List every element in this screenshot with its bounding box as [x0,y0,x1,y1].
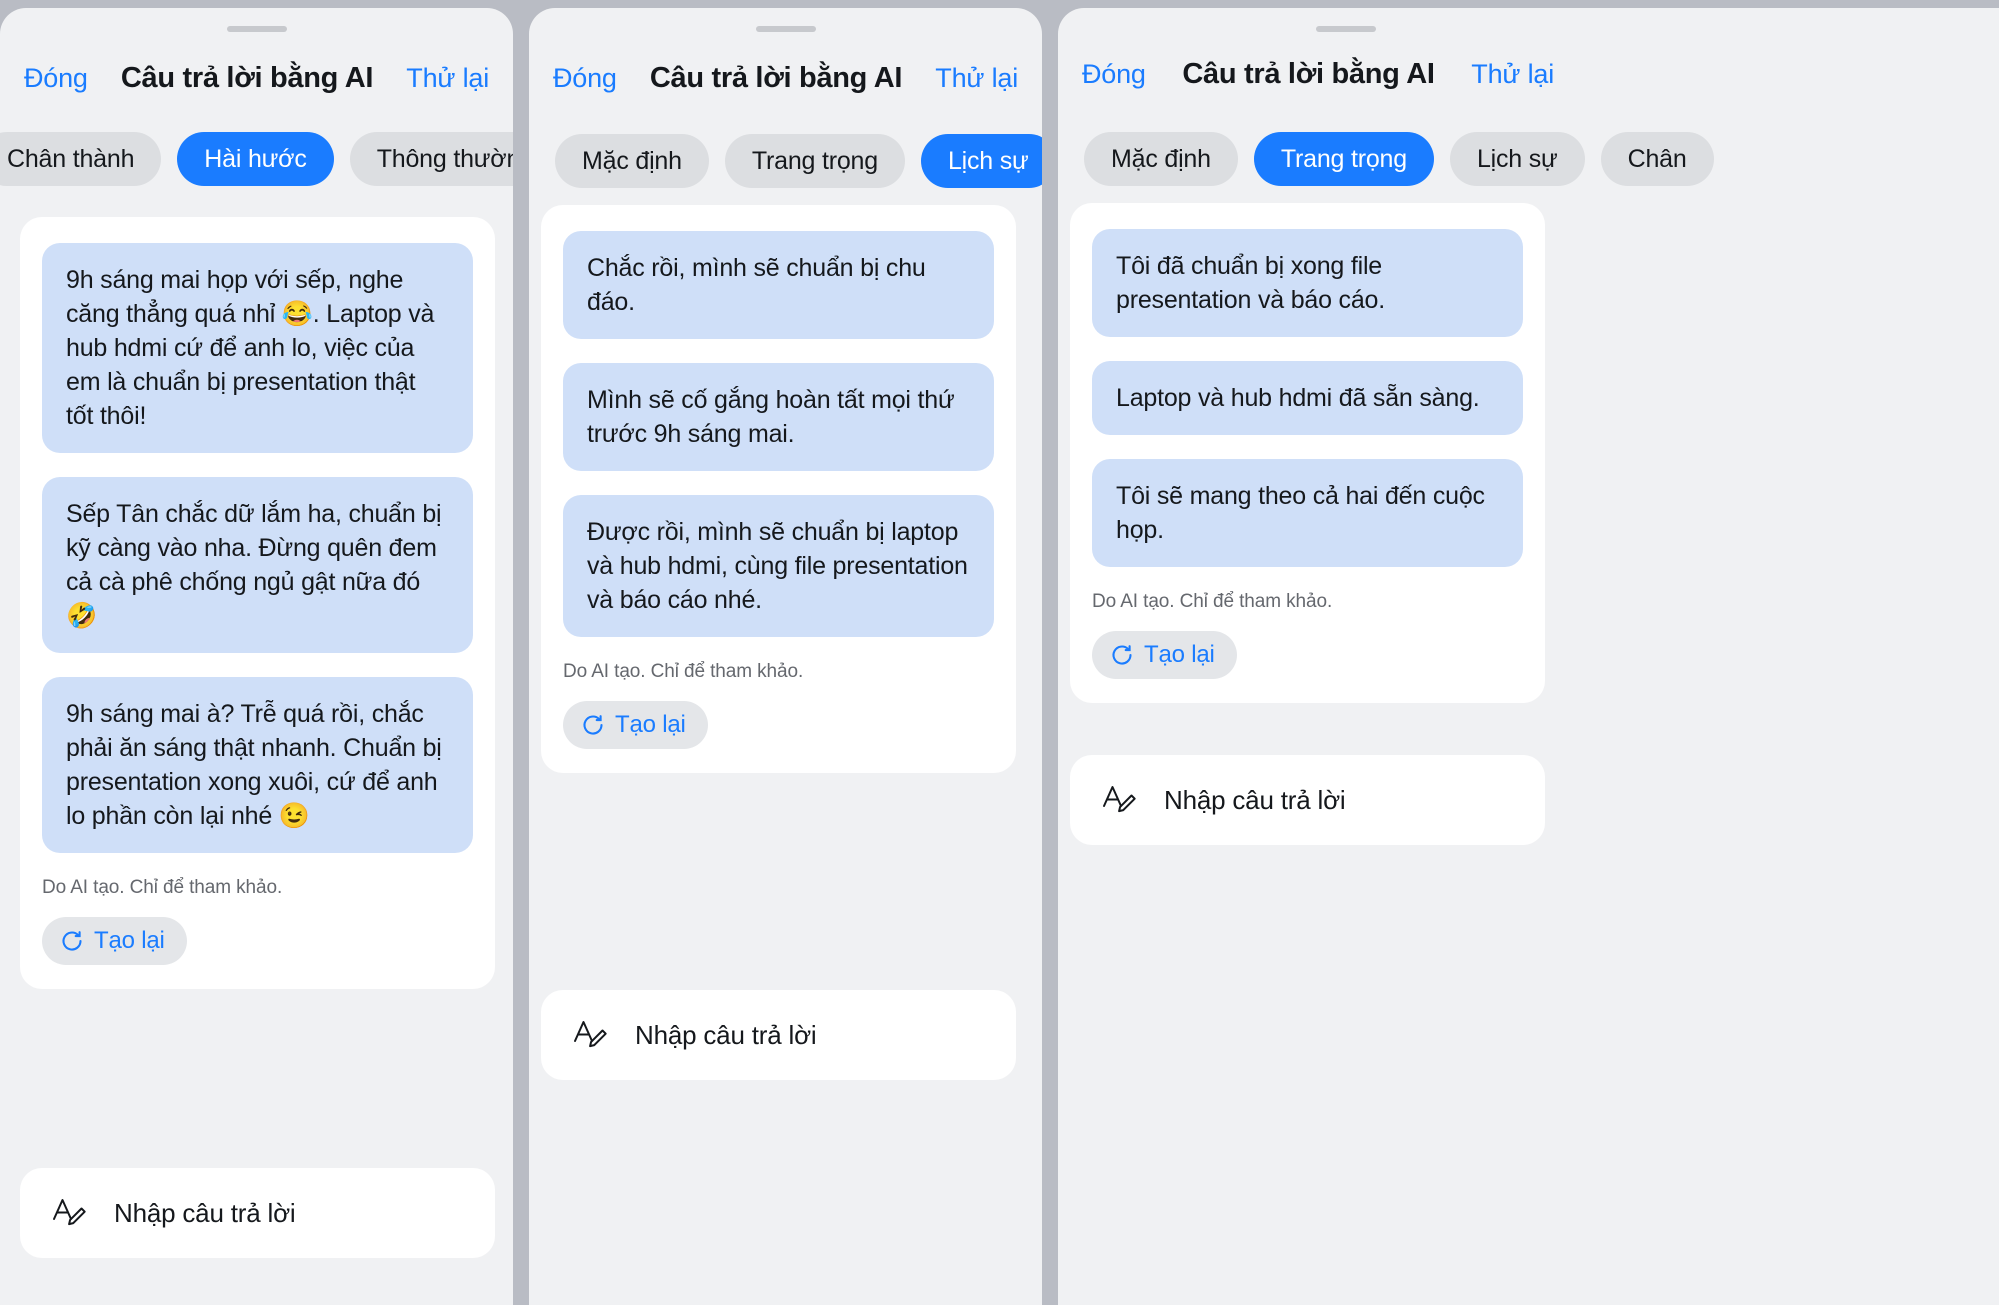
refresh-icon [60,929,84,953]
suggestion-card-3: Tôi đã chuẩn bị xong file presentation v… [1070,203,1545,703]
suggestion-card-2: Chắc rồi, mình sẽ chuẩn bị chu đáo. Mình… [541,205,1016,773]
tone-chip-hai-huoc[interactable]: Hài hước [177,132,334,186]
suggestion-bubble[interactable]: Mình sẽ cố gắng hoàn tất mọi thứ trước 9… [563,363,994,471]
tone-chip-lich-su[interactable]: Lịch sự [1449,132,1585,186]
phone-screen-1: Đóng Câu trả lời bằng AI Thử lại Chân th… [0,0,521,1305]
tone-chip-chan-thanh[interactable]: Chân thành [0,132,162,186]
regenerate-label: Tạo lại [615,711,686,738]
sheet-header-2: Đóng Câu trả lời bằng AI Thử lại [529,52,1042,104]
sheet-drag-handle[interactable] [1316,26,1376,32]
suggestion-bubble[interactable]: Chắc rồi, mình sẽ chuẩn bị chu đáo. [563,231,994,339]
tone-chip-lich-su[interactable]: Lịch sự [920,134,1042,188]
sheet-header-3: Đóng Câu trả lời bằng AI Thử lại [1058,48,1578,100]
tone-chip-row-1[interactable]: Chân thành Hài hước Thông thường [0,132,513,186]
retry-button[interactable]: Thử lại [1471,59,1554,90]
tone-chip-row-2[interactable]: Mặc định Trang trọng Lịch sự Chân [555,134,1042,188]
suggestion-card-1: 9h sáng mai họp với sếp, nghe căng thẳng… [20,217,495,989]
suggestion-bubble[interactable]: Sếp Tân chắc dữ lắm ha, chuẩn bị kỹ càng… [42,477,473,653]
close-button[interactable]: Đóng [24,63,88,94]
sheet-drag-handle[interactable] [755,26,816,32]
regenerate-label: Tạo lại [94,927,165,954]
retry-button[interactable]: Thử lại [406,63,489,94]
suggestion-bubble[interactable]: Được rồi, mình sẽ chuẩn bị laptop và hub… [563,495,994,637]
reply-compose-bar-1[interactable]: Nhập câu trả lời [20,1168,495,1258]
page-title: Câu trả lời bằng AI [120,61,374,94]
ai-disclaimer: Do AI tạo. Chỉ để tham khảo. [563,661,804,682]
regenerate-button[interactable]: Tạo lại [563,701,708,749]
close-button[interactable]: Đóng [553,63,617,94]
tone-chip-chan-thanh[interactable]: Chân [1600,132,1714,186]
suggestion-bubble[interactable]: Laptop và hub hdmi đã sẵn sàng. [1092,361,1523,435]
reply-compose-placeholder: Nhập câu trả lời [1164,784,1346,815]
suggestion-bubble[interactable]: 9h sáng mai họp với sếp, nghe căng thẳng… [42,243,473,453]
tone-chip-trang-trong[interactable]: Trang trọng [724,134,905,188]
ai-disclaimer: Do AI tạo. Chỉ để tham khảo. [1092,591,1333,612]
tone-chip-row-3[interactable]: Mặc định Trang trọng Lịch sự Chân [1084,132,1714,186]
refresh-icon [581,713,605,737]
text-compose-icon [569,1013,609,1058]
suggestion-bubble[interactable]: 9h sáng mai à? Trễ quá rồi, chắc phải ăn… [42,677,473,853]
page-title: Câu trả lời bằng AI [649,61,903,94]
reply-compose-bar-3[interactable]: Nhập câu trả lời [1070,755,1545,845]
reply-compose-placeholder: Nhập câu trả lời [635,1019,817,1050]
ai-disclaimer: Do AI tạo. Chỉ để tham khảo. [42,877,283,898]
tone-chip-mac-dinh[interactable]: Mặc định [555,134,709,188]
sheet-header-1: Đóng Câu trả lời bằng AI Thử lại [0,52,513,104]
text-compose-icon [1098,778,1138,823]
phone-screen-3: Đóng Câu trả lời bằng AI Thử lại Mặc địn… [1050,0,1999,1305]
refresh-icon [1110,643,1134,667]
screenshot-root: Đóng Câu trả lời bằng AI Thử lại Chân th… [0,0,1999,1305]
reply-compose-placeholder: Nhập câu trả lời [114,1197,296,1228]
close-button[interactable]: Đóng [1082,59,1146,90]
text-compose-icon [48,1191,88,1236]
suggestion-bubble[interactable]: Tôi đã chuẩn bị xong file presentation v… [1092,229,1523,337]
tone-chip-trang-trong[interactable]: Trang trọng [1253,132,1434,186]
page-title: Câu trả lời bằng AI [1182,57,1435,90]
ai-reply-sheet-1: Đóng Câu trả lời bằng AI Thử lại Chân th… [0,8,513,1305]
reply-compose-bar-2[interactable]: Nhập câu trả lời [541,990,1016,1080]
sheet-drag-handle[interactable] [226,26,287,32]
retry-button[interactable]: Thử lại [935,63,1018,94]
regenerate-button[interactable]: Tạo lại [42,917,187,965]
tone-chip-thong-thuong[interactable]: Thông thường [349,132,513,186]
suggestion-bubble[interactable]: Tôi sẽ mang theo cả hai đến cuộc họp. [1092,459,1523,567]
phone-screen-2: Đóng Câu trả lời bằng AI Thử lại Mặc địn… [521,0,1050,1305]
regenerate-button[interactable]: Tạo lại [1092,631,1237,679]
tone-chip-mac-dinh[interactable]: Mặc định [1084,132,1238,186]
regenerate-label: Tạo lại [1144,641,1215,668]
